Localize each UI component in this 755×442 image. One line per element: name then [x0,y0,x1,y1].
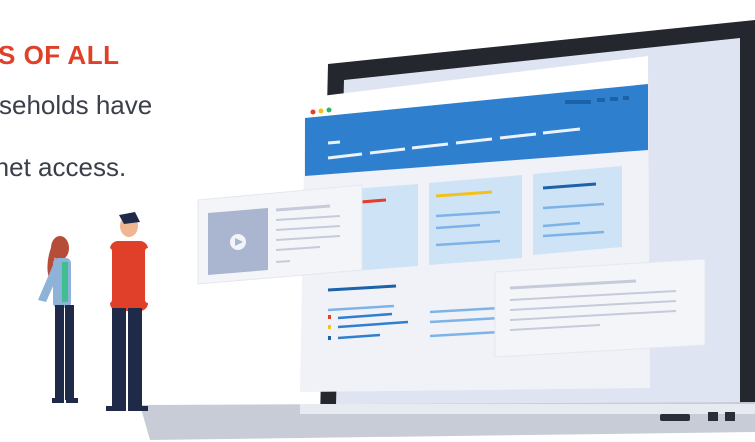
window-max-dot [326,107,332,113]
video-card [197,184,363,285]
illustration [38,20,755,440]
woman-figure [38,236,78,403]
man-figure [104,212,153,411]
window-min-dot [318,108,324,114]
text-card [494,258,706,358]
window-close-dot [310,109,316,115]
